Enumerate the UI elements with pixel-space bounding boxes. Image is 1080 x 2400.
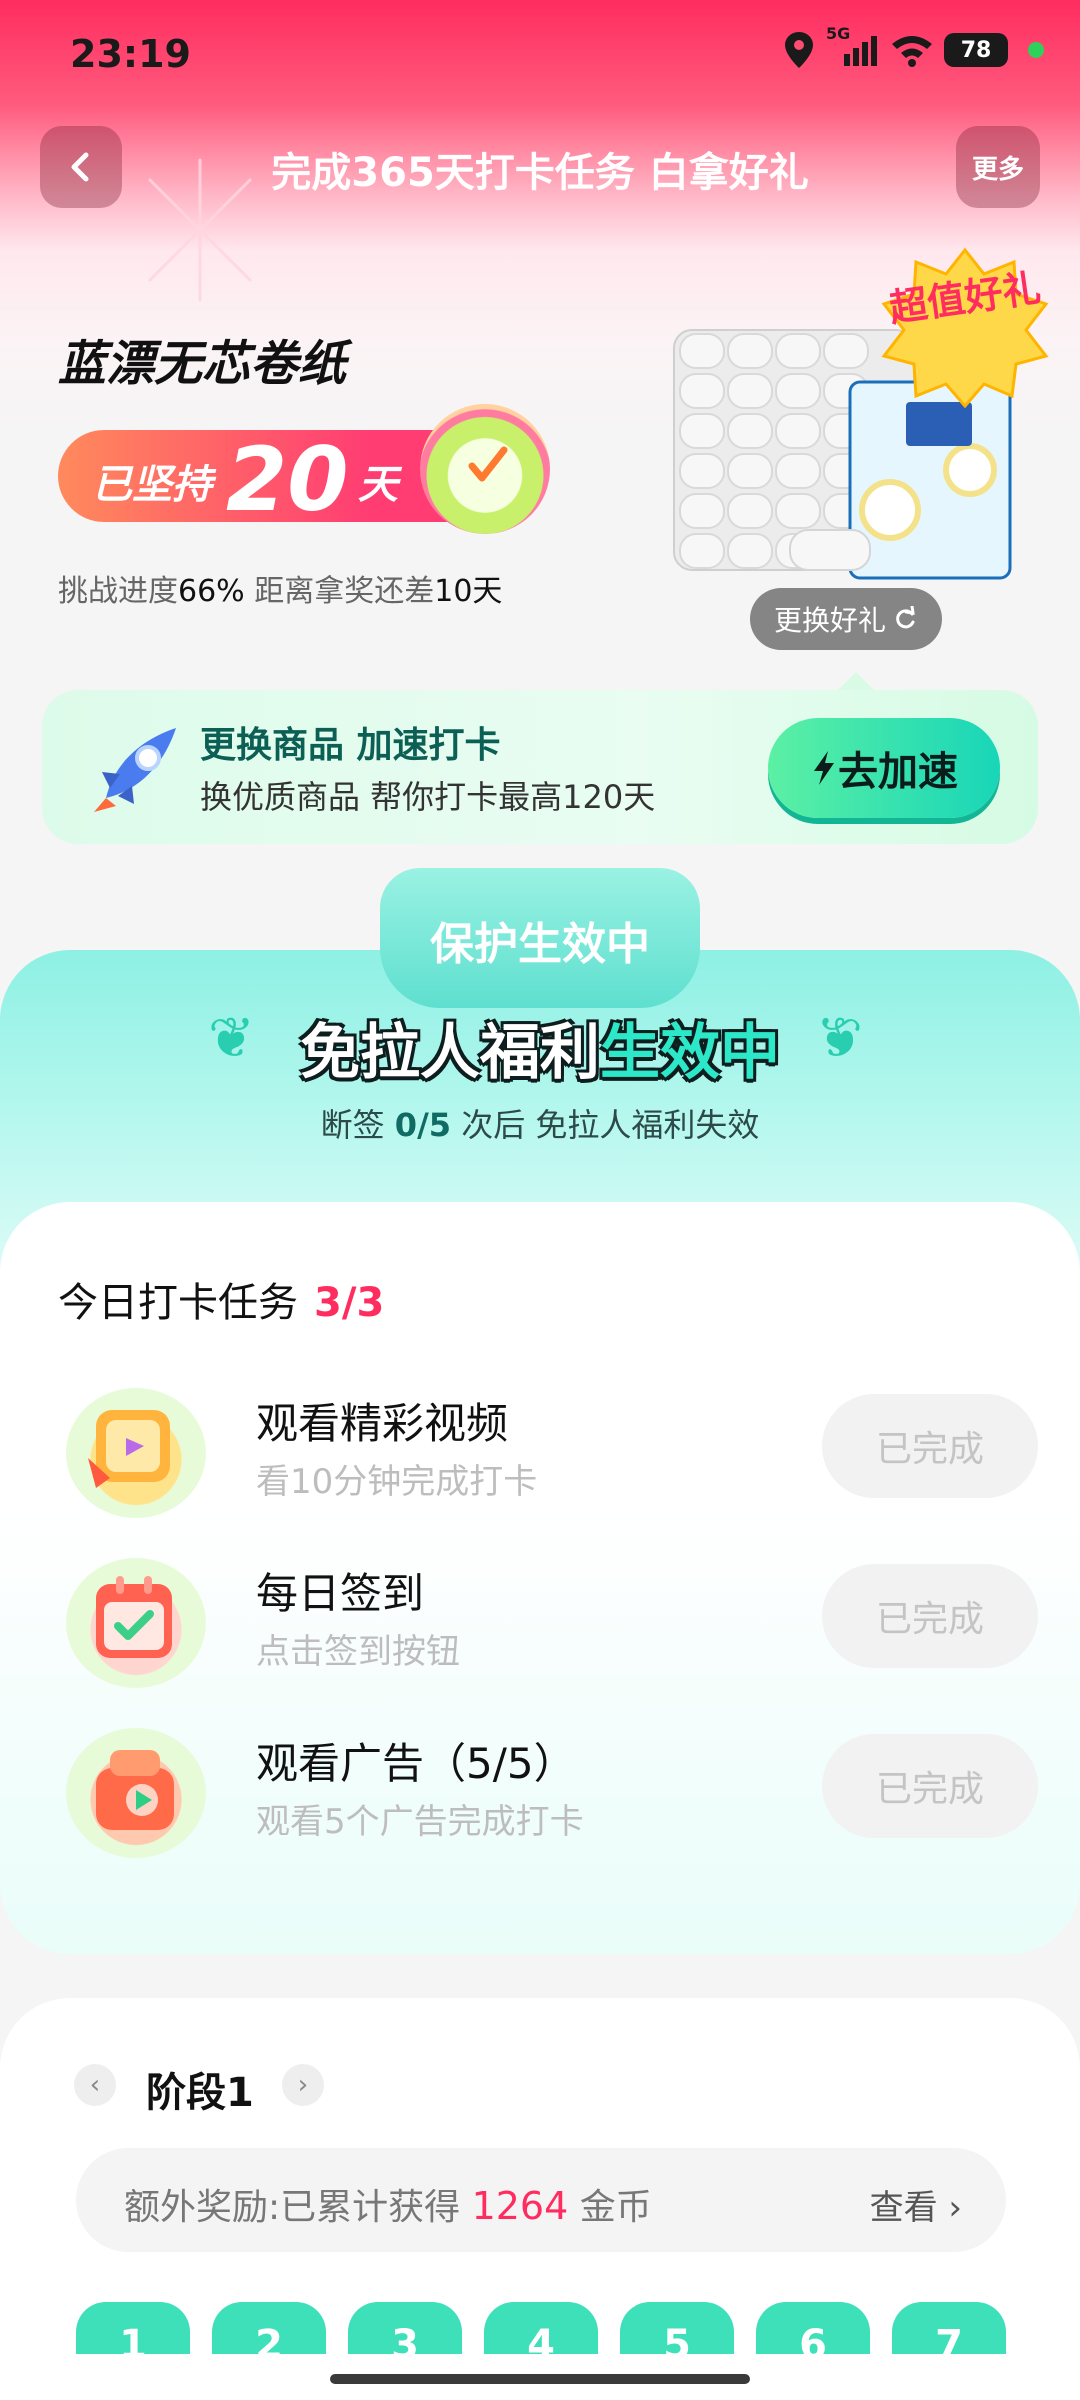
task-name: 每日签到 xyxy=(256,1569,425,1618)
tasks-count: 3/3 xyxy=(314,1280,385,1326)
shield-text: 保护生效中 xyxy=(430,919,650,970)
task-item: 观看精彩视频 看10分钟完成打卡 已完成 xyxy=(0,1370,1080,1520)
stage-prev-button[interactable]: ‹ xyxy=(74,2064,116,2106)
task-name: 观看精彩视频 xyxy=(256,1399,509,1448)
challenge-progress: 挑战进度66% 距离拿奖还差10天 xyxy=(58,566,502,610)
value-gift-badge: 超值好礼 xyxy=(880,248,1050,408)
stage-day-row: 1 2 3 4 5 6 7 xyxy=(76,2302,1006,2354)
boost-button-label: 去加速 xyxy=(838,749,958,795)
streak-days: 20 xyxy=(226,428,349,531)
day-cell[interactable]: 1 xyxy=(76,2302,190,2354)
stage-card: ‹ 阶段1 › 额外奖励:已累计获得 1264 金币 查看 › 1 2 3 4 … xyxy=(0,1998,1080,2400)
change-gift-label: 更换好礼 xyxy=(773,604,886,637)
task-status-button[interactable]: 已完成 xyxy=(822,1394,1038,1498)
status-bar: 23:19 5G 78 xyxy=(0,24,1080,88)
lightning-icon xyxy=(814,751,834,785)
firework-decoration xyxy=(128,158,272,302)
product-name: 蓝漂无芯卷纸 xyxy=(58,336,347,392)
battery-icon: 78 xyxy=(944,33,1008,67)
boost-button[interactable]: 去加速 xyxy=(768,718,1000,818)
protection-title-main: 免拉人福利 xyxy=(300,1018,600,1088)
refresh-icon xyxy=(896,606,915,629)
change-gift-button[interactable]: 更换好礼 xyxy=(750,588,942,650)
stage-next-button[interactable]: › xyxy=(282,2064,324,2106)
remaining-label: 距离拿奖还差 xyxy=(244,574,435,609)
task-description: 点击签到按钮 xyxy=(256,1632,460,1672)
view-link[interactable]: 查看 › xyxy=(870,2180,962,2229)
calendar-check-icon xyxy=(66,1558,206,1688)
day-cell[interactable]: 2 xyxy=(212,2302,326,2354)
protection-title-highlight: 生效中 xyxy=(600,1018,780,1088)
day-cell[interactable]: 3 xyxy=(348,2302,462,2354)
home-indicator[interactable] xyxy=(330,2374,750,2384)
protection-title: 免拉人福利生效中 xyxy=(0,1004,1080,1091)
day-cell[interactable]: 6 xyxy=(756,2302,870,2354)
location-icon xyxy=(785,32,813,68)
task-description: 看10分钟完成打卡 xyxy=(256,1462,538,1502)
wifi-icon xyxy=(892,36,932,67)
task-item: 观看广告（5/5） 观看5个广告完成打卡 已完成 xyxy=(0,1710,1080,1860)
streak-prefix: 已坚持 xyxy=(92,462,212,508)
reward-coins: 1264 xyxy=(471,2184,569,2228)
boost-card: 更换商品 加速打卡 换优质商品 帮你打卡最高120天 去加速 xyxy=(42,672,1038,844)
status-time: 23:19 xyxy=(70,32,191,76)
day-cell[interactable]: 5 xyxy=(620,2302,734,2354)
reward-suffix: 金币 xyxy=(568,2187,652,2228)
video-icon xyxy=(66,1388,206,1518)
stage-title: 阶段1 xyxy=(146,2070,254,2116)
tasks-title: 今日打卡任务 3/3 xyxy=(58,1270,384,1328)
progress-value: 66% xyxy=(178,574,245,609)
boost-title: 更换商品 加速打卡 xyxy=(200,725,501,766)
reward-text: 额外奖励:已累计获得 1264 金币 xyxy=(124,2178,652,2230)
tasks-title-label: 今日打卡任务 xyxy=(58,1280,298,1326)
task-status-button[interactable]: 已完成 xyxy=(822,1564,1038,1668)
status-icons: 5G 78 xyxy=(782,24,1044,70)
protection-sub-prefix: 断签 xyxy=(320,1106,395,1144)
cellular-signal-icon: 5G xyxy=(826,24,880,70)
daily-tasks-card: 今日打卡任务 3/3 观看精彩视频 看10分钟完成打卡 已完成 每日签到 点击签到… xyxy=(0,1202,1080,1954)
chevron-right-icon: › xyxy=(297,2070,309,2100)
protection-sub-suffix: 次后 免拉人福利失效 xyxy=(451,1106,760,1144)
reward-prefix: 额外奖励:已累计获得 xyxy=(124,2187,472,2228)
task-description: 观看5个广告完成打卡 xyxy=(256,1802,584,1842)
extra-reward-bar[interactable]: 额外奖励:已累计获得 1264 金币 查看 › xyxy=(76,2148,1006,2252)
shield-badge: 保护生效中 xyxy=(380,868,700,1008)
rocket-icon xyxy=(94,728,176,812)
progress-label: 挑战进度 xyxy=(58,574,178,609)
task-item: 每日签到 点击签到按钮 已完成 xyxy=(0,1540,1080,1690)
missed-checkin-count: 0/5 xyxy=(394,1106,452,1144)
chevron-left-icon: ‹ xyxy=(89,2070,101,2100)
chevron-right-icon: › xyxy=(948,2188,962,2228)
protection-subtitle: 断签 0/5 次后 免拉人福利失效 xyxy=(0,1100,1080,1146)
task-status-button[interactable]: 已完成 xyxy=(822,1734,1038,1838)
streak-unit: 天 xyxy=(358,462,398,508)
boost-subtitle: 换优质商品 帮你打卡最高120天 xyxy=(200,778,656,816)
task-name: 观看广告（5/5） xyxy=(256,1739,576,1788)
day-cell[interactable]: 4 xyxy=(484,2302,598,2354)
privacy-indicator-dot xyxy=(1028,42,1044,58)
alarm-clock-icon xyxy=(420,404,550,534)
day-cell[interactable]: 7 xyxy=(892,2302,1006,2354)
network-type-label: 5G xyxy=(826,24,851,43)
view-label: 查看 xyxy=(869,2188,938,2228)
remaining-value: 10天 xyxy=(434,574,503,609)
more-button[interactable]: 更多 xyxy=(956,126,1040,208)
ad-play-icon xyxy=(66,1728,206,1858)
